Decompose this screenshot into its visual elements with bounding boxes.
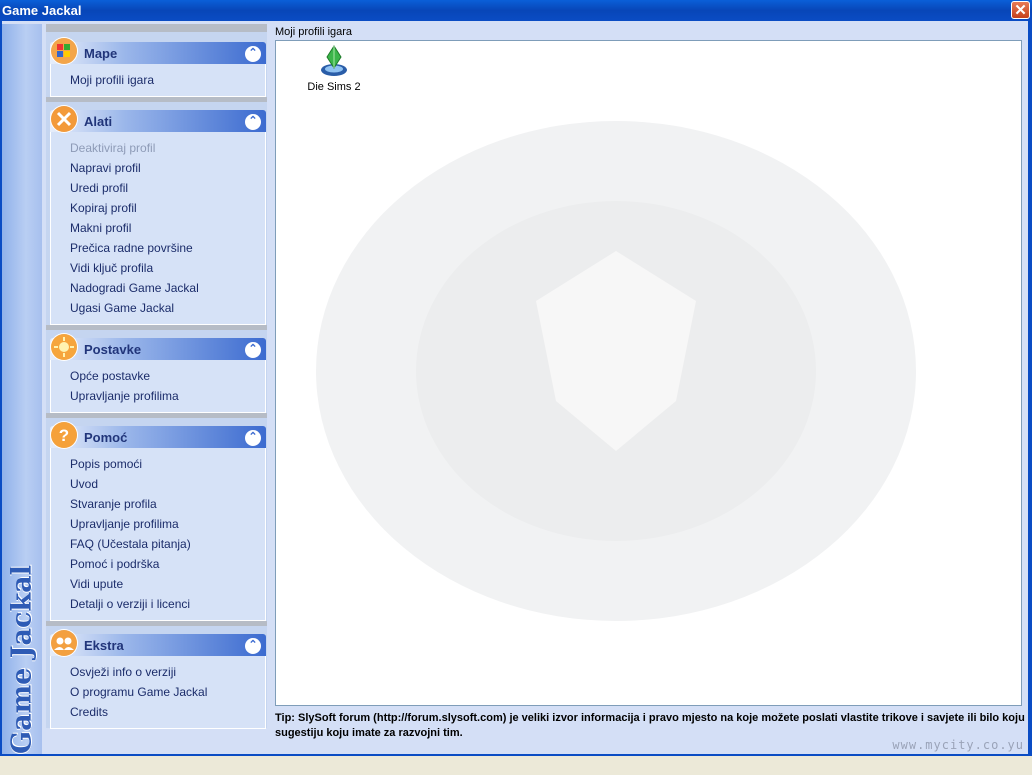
link-napravi-profil[interactable]: Napravi profil bbox=[51, 158, 265, 178]
link-pomoc-i-podrska[interactable]: Pomoć i podrška bbox=[51, 554, 265, 574]
group-label: Pomoć bbox=[84, 430, 128, 445]
collapse-chevron-icon[interactable]: ⌃ bbox=[245, 342, 261, 358]
group-body: Moji profili igara bbox=[50, 64, 266, 97]
group-separator bbox=[46, 413, 267, 418]
windows-flag-icon bbox=[50, 37, 78, 65]
group-mape: Mape ⌃ Moji profili igara bbox=[46, 36, 267, 97]
settings-sun-icon bbox=[50, 333, 78, 361]
group-header-alati[interactable]: Alati ⌃ bbox=[46, 104, 267, 132]
group-body: Popis pomoći Uvod Stvaranje profila Upra… bbox=[50, 448, 266, 621]
users-icon bbox=[50, 629, 78, 657]
group-header-bar bbox=[50, 426, 266, 448]
link-moji-profili-igara[interactable]: Moji profili igara bbox=[51, 70, 265, 90]
group-header-bar bbox=[50, 110, 266, 132]
site-watermark: www.mycity.co.yu bbox=[892, 738, 1024, 752]
link-osvjezi-info[interactable]: Osvježi info o verziji bbox=[51, 662, 265, 682]
link-detalji-o-verziji[interactable]: Detalji o verziji i licenci bbox=[51, 594, 265, 614]
help-icon: ? bbox=[50, 421, 78, 449]
title-bar: Game Jackal ✕ bbox=[0, 0, 1032, 21]
sims-plumbob-icon bbox=[319, 45, 349, 77]
profile-name: Die Sims 2 bbox=[307, 81, 361, 93]
collapse-chevron-icon[interactable]: ⌃ bbox=[245, 430, 261, 446]
link-uvod[interactable]: Uvod bbox=[51, 474, 265, 494]
group-separator bbox=[46, 325, 267, 330]
group-header-bar bbox=[50, 338, 266, 360]
link-popis-pomoci[interactable]: Popis pomoći bbox=[51, 454, 265, 474]
link-upravljanje-profilima-help[interactable]: Upravljanje profilima bbox=[51, 514, 265, 534]
group-header-postavke[interactable]: Postavke ⌃ bbox=[46, 332, 267, 360]
group-header-bar bbox=[50, 634, 266, 656]
close-button[interactable]: ✕ bbox=[1011, 1, 1030, 19]
link-makni-profil[interactable]: Makni profil bbox=[51, 218, 265, 238]
jackal-watermark-graphic bbox=[316, 121, 916, 621]
group-separator bbox=[46, 97, 267, 102]
link-ugasi-game-jackal[interactable]: Ugasi Game Jackal bbox=[51, 298, 265, 318]
group-label: Ekstra bbox=[84, 638, 124, 653]
link-stvaranje-profila[interactable]: Stvaranje profila bbox=[51, 494, 265, 514]
group-alati: Alati ⌃ Deaktiviraj profil Napravi profi… bbox=[46, 104, 267, 325]
group-header-bar bbox=[50, 42, 266, 64]
group-separator bbox=[46, 621, 267, 626]
group-body: Opće postavke Upravljanje profilima bbox=[50, 360, 266, 413]
link-o-programu[interactable]: O programu Game Jackal bbox=[51, 682, 265, 702]
window-title: Game Jackal bbox=[2, 3, 82, 18]
collapse-chevron-icon[interactable]: ⌃ bbox=[245, 638, 261, 654]
group-header-pomoc[interactable]: ? Pomoć ⌃ bbox=[46, 420, 267, 448]
group-header-mape[interactable]: Mape ⌃ bbox=[46, 36, 267, 64]
group-body: Osvježi info o verziji O programu Game J… bbox=[50, 656, 266, 729]
link-vidi-upute[interactable]: Vidi upute bbox=[51, 574, 265, 594]
tip-text: Tip: SlySoft forum (http://forum.slysoft… bbox=[275, 712, 1025, 739]
content-label: Moji profili igara bbox=[275, 26, 353, 38]
profiles-list-view[interactable]: Die Sims 2 bbox=[275, 40, 1022, 706]
link-nadogradi-game-jackal[interactable]: Nadogradi Game Jackal bbox=[51, 278, 265, 298]
link-opce-postavke[interactable]: Opće postavke bbox=[51, 366, 265, 386]
group-label: Mape bbox=[84, 46, 118, 61]
collapse-chevron-icon[interactable]: ⌃ bbox=[245, 114, 261, 130]
link-credits[interactable]: Credits bbox=[51, 702, 265, 722]
link-kopiraj-profil[interactable]: Kopiraj profil bbox=[51, 198, 265, 218]
group-postavke: Postavke ⌃ Opće postavke Upravljanje pro… bbox=[46, 332, 267, 413]
task-pane: Mape ⌃ Moji profili igara Alati ⌃ Deakti… bbox=[46, 24, 267, 729]
link-upravljanje-profilima[interactable]: Upravljanje profilima bbox=[51, 386, 265, 406]
profile-item[interactable]: Die Sims 2 bbox=[306, 45, 362, 93]
link-faq[interactable]: FAQ (Učestala pitanja) bbox=[51, 534, 265, 554]
group-ekstra: Ekstra ⌃ Osvježi info o verziji O progra… bbox=[46, 628, 267, 729]
link-uredi-profil[interactable]: Uredi profil bbox=[51, 178, 265, 198]
group-header-ekstra[interactable]: Ekstra ⌃ bbox=[46, 628, 267, 656]
group-label: Postavke bbox=[84, 342, 142, 357]
link-deaktiviraj-profil: Deaktiviraj profil bbox=[70, 141, 156, 155]
brand-logo-text: Game Jackal bbox=[6, 565, 38, 754]
svg-text:?: ? bbox=[59, 426, 69, 445]
group-body: Deaktiviraj profil Napravi profil Uredi … bbox=[50, 132, 266, 325]
collapse-chevron-icon[interactable]: ⌃ bbox=[245, 46, 261, 62]
link-vidi-kljuc-profila[interactable]: Vidi ključ profila bbox=[51, 258, 265, 278]
task-pane-top-strip bbox=[46, 24, 267, 32]
group-label: Alati bbox=[84, 114, 113, 129]
group-pomoc: ? Pomoć ⌃ Popis pomoći Uvod Stvaranje pr… bbox=[46, 420, 267, 621]
link-precica-radne-povrsine[interactable]: Prečica radne površine bbox=[51, 238, 265, 258]
tools-icon bbox=[50, 105, 78, 133]
brand-sidebar: Game Jackal bbox=[2, 24, 42, 754]
